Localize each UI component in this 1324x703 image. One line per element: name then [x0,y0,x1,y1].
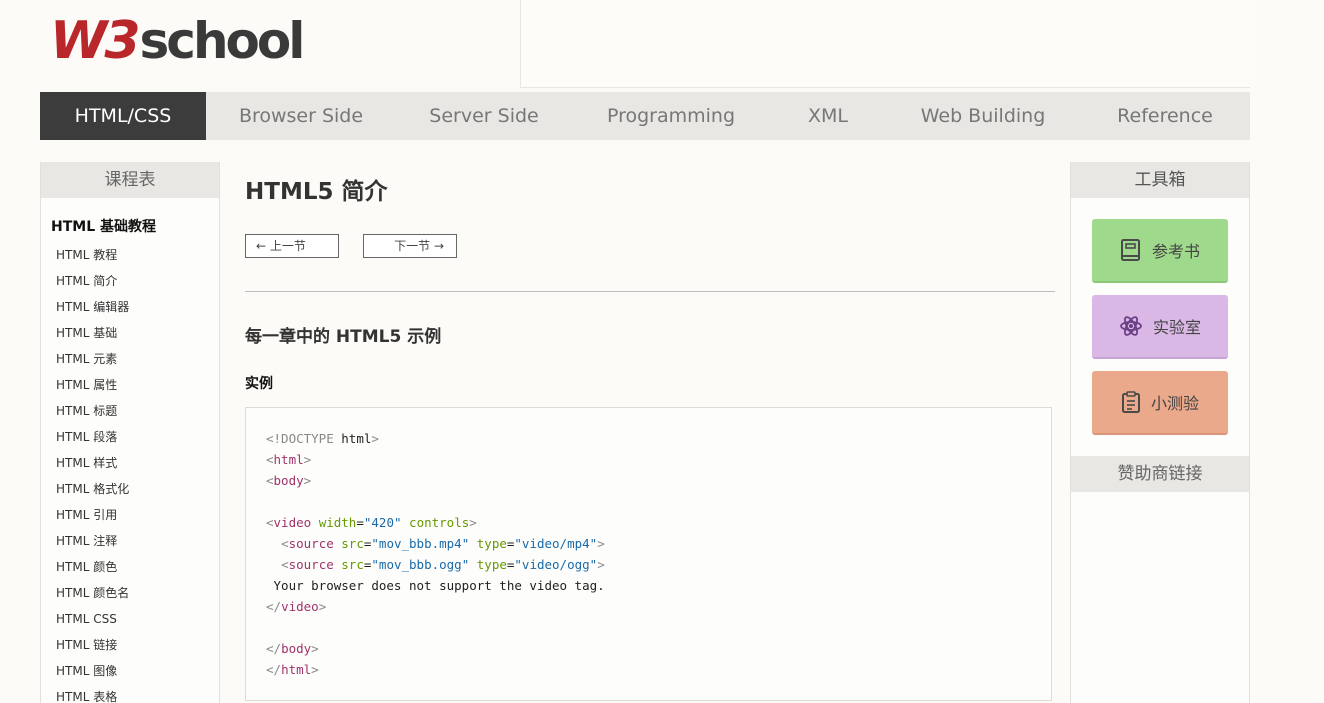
toolbox-sidebar: 工具箱 参考书 实验室 小测验 赞助商链接 [1070,162,1250,703]
logo-school: school [139,12,306,70]
next-page-button[interactable]: 下一节 → [363,234,457,258]
section-heading: 每一章中的 HTML5 示例 [245,327,442,347]
book-icon [1120,239,1140,261]
top-nav: HTML/CSS Browser Side Server Side Progra… [40,92,1250,140]
code-line: </html> [266,662,319,677]
course-link[interactable]: HTML 简介 [41,268,219,294]
main-content: HTML5 简介 ← 上一节 下一节 → 每一章中的 HTML5 示例 实例 <… [245,162,1055,701]
course-link[interactable]: HTML 段落 [41,424,219,450]
quiz-button[interactable]: 小测验 [1092,371,1228,435]
atom-icon [1120,316,1142,336]
nav-html-css[interactable]: HTML/CSS [40,92,206,140]
course-link[interactable]: HTML 图像 [41,658,219,684]
course-sidebar: 课程表 HTML 基础教程 HTML 教程 HTML 简介 HTML 编辑器 H… [40,162,220,703]
course-link[interactable]: HTML 基础 [41,320,219,346]
course-link[interactable]: HTML 属性 [41,372,219,398]
pager: ← 上一节 下一节 → [245,234,1055,258]
code-example: <!DOCTYPE html> <html> <body> <video wid… [245,407,1052,701]
course-link[interactable]: HTML 元素 [41,346,219,372]
course-link[interactable]: HTML 注释 [41,528,219,554]
code-line: <!DOCTYPE html> [266,431,379,446]
code-line: <body> [266,473,312,488]
nav-xml[interactable]: XML [770,92,886,140]
arrow-right-icon: → [430,239,444,253]
page-title: HTML5 简介 [245,179,388,205]
course-link[interactable]: HTML 引用 [41,502,219,528]
course-link[interactable]: HTML 样式 [41,450,219,476]
course-link[interactable]: HTML 教程 [41,242,219,268]
clipboard-icon [1121,391,1140,413]
course-link[interactable]: HTML 颜色名 [41,580,219,606]
toolbox-heading: 工具箱 [1071,162,1249,198]
lab-button[interactable]: 实验室 [1092,295,1228,359]
next-page-label: 下一节 [394,239,431,253]
nav-web-building[interactable]: Web Building [886,92,1080,140]
site-logo[interactable]: W3 school [50,11,306,71]
reference-book-button[interactable]: 参考书 [1092,219,1228,283]
quiz-label: 小测验 [1150,394,1199,413]
course-link[interactable]: HTML CSS [41,606,219,632]
code-line: </video> [266,599,327,614]
course-link[interactable]: HTML 标题 [41,398,219,424]
nav-server-side[interactable]: Server Side [396,92,572,140]
reference-book-label: 参考书 [1151,242,1200,261]
code-line: Your browser does not support the video … [266,578,605,593]
nav-browser-side[interactable]: Browser Side [206,92,396,140]
example-label: 实例 [245,376,273,392]
course-list: HTML 教程 HTML 简介 HTML 编辑器 HTML 基础 HTML 元素… [41,242,219,703]
toolbox-area: 参考书 实验室 小测验 [1071,198,1249,456]
header-ad-area [520,0,1250,88]
logo-w3: W3 [50,11,141,71]
course-link[interactable]: HTML 格式化 [41,476,219,502]
divider [245,291,1055,292]
course-link[interactable]: HTML 颜色 [41,554,219,580]
code-line: <source src="mov_bbb.ogg" type="video/og… [281,557,605,572]
code-line: </body> [266,641,319,656]
course-link[interactable]: HTML 链接 [41,632,219,658]
code-line: <video width="420" controls> [266,515,477,530]
prev-page-button[interactable]: ← 上一节 [245,234,339,258]
sponsor-heading: 赞助商链接 [1071,456,1249,492]
nav-programming[interactable]: Programming [572,92,770,140]
course-link[interactable]: HTML 表格 [41,684,219,703]
lab-label: 实验室 [1152,318,1201,337]
code-line: <html> [266,452,312,467]
arrow-left-icon: ← [256,239,270,253]
course-section-title: HTML 基础教程 [51,219,156,235]
course-sidebar-heading: 课程表 [41,162,219,198]
course-link[interactable]: HTML 编辑器 [41,294,219,320]
prev-page-label: 上一节 [269,239,306,253]
nav-reference[interactable]: Reference [1080,92,1250,140]
code-line: <source src="mov_bbb.mp4" type="video/mp… [281,536,605,551]
